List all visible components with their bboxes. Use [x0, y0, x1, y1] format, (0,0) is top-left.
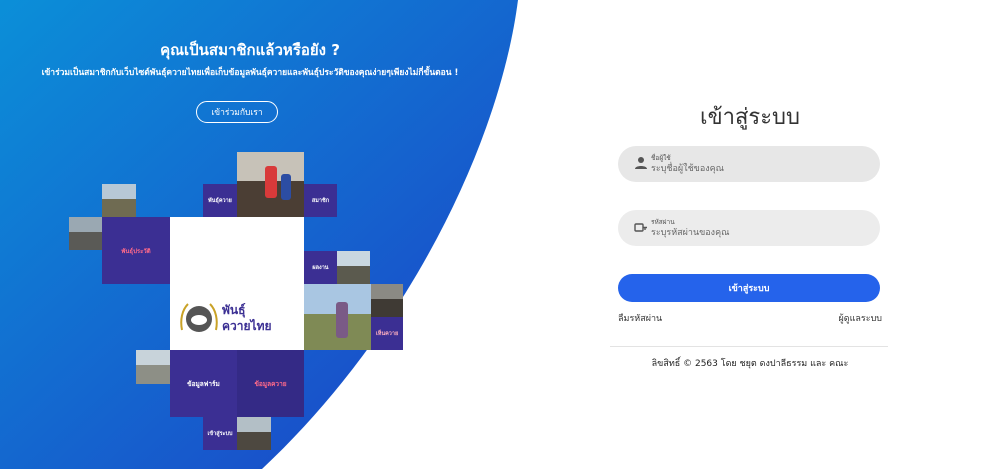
logo-box: พันธุ์ ควายไทย: [170, 217, 304, 350]
photo-tile-people: [237, 152, 304, 217]
divider: [610, 346, 888, 347]
logo-line-1: พันธุ์: [222, 303, 246, 317]
tile-history[interactable]: พันธุ์ประวัติ: [102, 217, 170, 284]
username-input[interactable]: [649, 161, 853, 177]
buffalo-emblem-icon: [180, 303, 218, 332]
tile-dealer[interactable]: ผลงาน: [304, 251, 337, 284]
photo-tile-barn: [237, 417, 271, 450]
photo-tile-visitors: [136, 350, 170, 384]
login-title: เข้าสู่ระบบ: [700, 105, 800, 130]
join-button[interactable]: เข้าร่วมกับเรา: [196, 101, 278, 123]
tile-breed[interactable]: พันธุ์ควาย: [203, 184, 237, 217]
photo-tile-buffalo-herd: [69, 217, 102, 250]
login-submit-button[interactable]: เข้าสู่ระบบ: [618, 274, 880, 302]
copyright-text: ลิขสิทธิ์ © 2563 โดย ชยุต ดงปาลีธรรม และ…: [651, 359, 849, 369]
forgot-password-link[interactable]: ลืมรหัสผ่าน: [618, 311, 662, 325]
photo-tile-farmer: [304, 284, 371, 350]
password-input[interactable]: [649, 225, 853, 241]
logo-text: พันธุ์ ควายไทย: [222, 302, 272, 334]
photo-tile-field-buffalo: [337, 251, 370, 284]
username-field[interactable]: ชื่อผู้ใช้: [618, 146, 880, 182]
person-icon: [635, 157, 647, 169]
logo-line-2: ควายไทย: [222, 319, 272, 333]
promo-title: คุณเป็นสมาชิกแล้วหรือยัง ?: [160, 41, 340, 59]
tile-farm-data[interactable]: ข้อมูลฟาร์ม: [170, 350, 237, 417]
tile-buffalo-data[interactable]: ข้อมูลควาย: [237, 350, 304, 417]
tile-exhibit[interactable]: เห็นควาย: [371, 317, 403, 350]
tile-login[interactable]: เข้าสู่ระบบ: [203, 417, 237, 450]
password-field[interactable]: รหัสผ่าน: [618, 210, 880, 246]
admin-link[interactable]: ผู้ดูแลระบบ: [838, 311, 882, 325]
photo-tile-shed: [102, 184, 136, 217]
key-icon: [634, 223, 647, 232]
tile-member[interactable]: สมาชิก: [304, 184, 337, 217]
photo-tile-buffalo-close: [371, 284, 403, 317]
promo-description: เข้าร่วมเป็นสมาชิกกับเว็บไซต์พันธุ์ควายไ…: [41, 68, 459, 78]
